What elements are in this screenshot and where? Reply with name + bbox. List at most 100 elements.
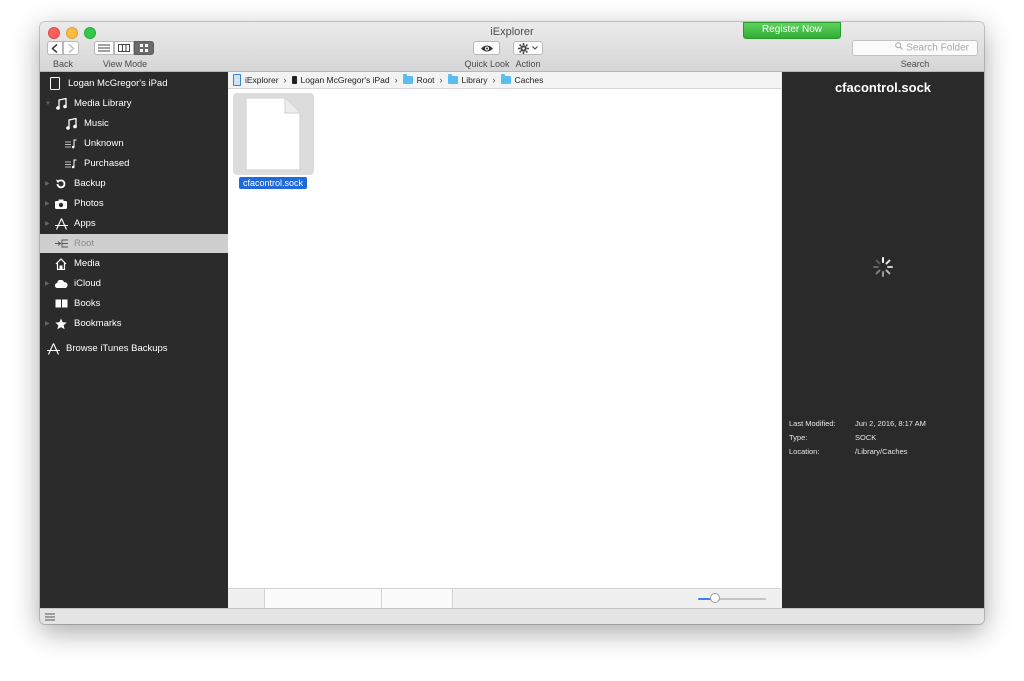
cloud-icon [54,277,68,291]
breadcrumb-item-caches[interactable]: Caches [500,74,543,85]
playlist-icon [64,137,78,151]
breadcrumb-item-root[interactable]: Root [402,74,435,85]
file-browser-footer [228,588,781,609]
disclosure-triangle-icon[interactable]: ▶ [45,200,53,207]
icon-grid-icon [140,44,148,52]
eye-icon [480,45,493,51]
inspector-panel: cfacontrol.sock Last Modified: Jun 2, 20… [782,72,984,608]
sidebar-item-label: Media [74,258,100,269]
sidebar-item-label: Logan McGregor's iPad [68,78,168,89]
sidebar-item-label: Unknown [84,138,124,149]
icon-view-button[interactable] [134,41,154,55]
folder-icon [500,74,511,84]
quick-look-label: Quick Look [464,59,510,69]
breadcrumb-separator: › [394,75,398,85]
window-title: iExplorer [490,26,534,38]
backup-icon [54,177,68,191]
toolbar: iExplorer Register Now Back View Mode Qu… [40,22,984,72]
camera-icon [54,197,68,211]
ipad-icon [291,76,297,84]
disclosure-triangle-icon[interactable]: ▼ [45,101,53,107]
breadcrumb-separator: › [439,75,443,85]
list-view-button[interactable] [94,41,114,55]
quick-look-button[interactable] [473,41,500,55]
chevron-down-icon [532,46,538,50]
sidebar-item-media-library[interactable]: ▼ Media Library [40,94,228,113]
sidebar-item-books[interactable]: Books [40,294,228,313]
menu-lines-icon[interactable] [45,613,55,621]
sidebar-item-label: Books [74,298,101,309]
back-button[interactable] [47,41,63,55]
sidebar-item-label: Browse iTunes Backups [66,343,168,354]
folder-icon [402,74,413,84]
app-store-icon [46,342,60,356]
inspector-title: cfacontrol.sock [834,80,932,95]
view-mode-label: View Mode [102,59,148,69]
search-input[interactable]: Search Folder [852,40,978,56]
search-placeholder: Search Folder [906,42,969,54]
footer-segment [265,589,382,608]
sidebar-item-bookmarks[interactable]: ▶ Bookmarks [40,314,228,333]
music-note-icon [64,117,78,131]
disclosure-triangle-icon[interactable]: ▶ [45,320,53,327]
music-note-icon [54,97,68,111]
sidebar-item-label: Purchased [84,158,130,169]
search-label: Search [900,59,930,69]
breadcrumb-item-library[interactable]: Library [447,74,488,85]
book-icon [54,297,68,311]
breadcrumb-separator: › [283,75,287,85]
action-menu-button[interactable] [513,41,543,55]
breadcrumb: iExplorer › Logan McGregor's iPad › Root… [228,72,781,89]
sidebar-item-device[interactable]: Logan McGregor's iPad [40,74,228,93]
playlist-icon [64,157,78,171]
column-view-button[interactable] [114,41,134,55]
status-bar [40,608,984,624]
app-store-icon [54,217,68,231]
sidebar-item-label: Photos [74,198,104,209]
column-view-icon [118,44,130,52]
footer-segment [228,589,265,608]
sidebar-item-label: Bookmarks [74,318,122,329]
sidebar-item-media[interactable]: Media [40,254,228,273]
forward-button[interactable] [63,41,79,55]
sidebar-item-label: Root [74,238,95,249]
gear-icon [518,42,529,54]
sidebar-item-backup[interactable]: ▶ Backup [40,174,228,193]
sidebar-item-purchased[interactable]: Purchased [40,154,228,173]
sidebar-item-label: Backup [74,178,106,189]
meta-location: Location: /Library/Caches [789,447,908,456]
file-browser: iExplorer › Logan McGregor's iPad › Root… [228,72,781,609]
sidebar-item-icloud[interactable]: ▶ iCloud [40,274,228,293]
file-item-tile[interactable] [233,93,314,175]
sidebar-item-apps[interactable]: ▶ Apps [40,214,228,233]
app-window: iExplorer Register Now Back View Mode Qu… [40,22,984,624]
root-icon [54,237,68,251]
sidebar: Logan McGregor's iPad ▼ Media Library Mu… [40,72,228,608]
disclosure-triangle-icon[interactable]: ▶ [45,220,53,227]
register-now-button[interactable]: Register Now [743,22,841,39]
zoom-slider-knob[interactable] [710,593,720,603]
footer-segment [382,589,453,608]
sidebar-item-photos[interactable]: ▶ Photos [40,194,228,213]
sidebar-item-music[interactable]: Music [40,114,228,133]
breadcrumb-item-iexplorer[interactable]: iExplorer [233,74,279,86]
disclosure-triangle-icon[interactable]: ▶ [45,180,53,187]
house-icon [54,257,68,271]
breadcrumb-item-device[interactable]: Logan McGregor's iPad [291,75,390,85]
sidebar-item-label: Music [84,118,109,129]
file-item-name[interactable]: cfacontrol.sock [239,177,308,189]
meta-last-modified: Last Modified: Jun 2, 2016, 8:17 AM [789,419,926,428]
folder-icon [447,74,458,84]
sidebar-item-label: Apps [74,218,96,229]
action-label: Action [515,59,541,69]
sidebar-item-unknown[interactable]: Unknown [40,134,228,153]
star-icon [54,317,68,331]
sidebar-item-browse-itunes-backups[interactable]: Browse iTunes Backups [40,339,228,358]
sidebar-item-label: Media Library [74,98,132,109]
chevron-left-icon [51,43,58,53]
sidebar-item-label: iCloud [74,278,101,289]
list-view-icon [98,44,110,52]
sidebar-item-root[interactable]: Root [40,234,228,253]
disclosure-triangle-icon[interactable]: ▶ [45,280,53,287]
chevron-right-icon [68,43,75,53]
